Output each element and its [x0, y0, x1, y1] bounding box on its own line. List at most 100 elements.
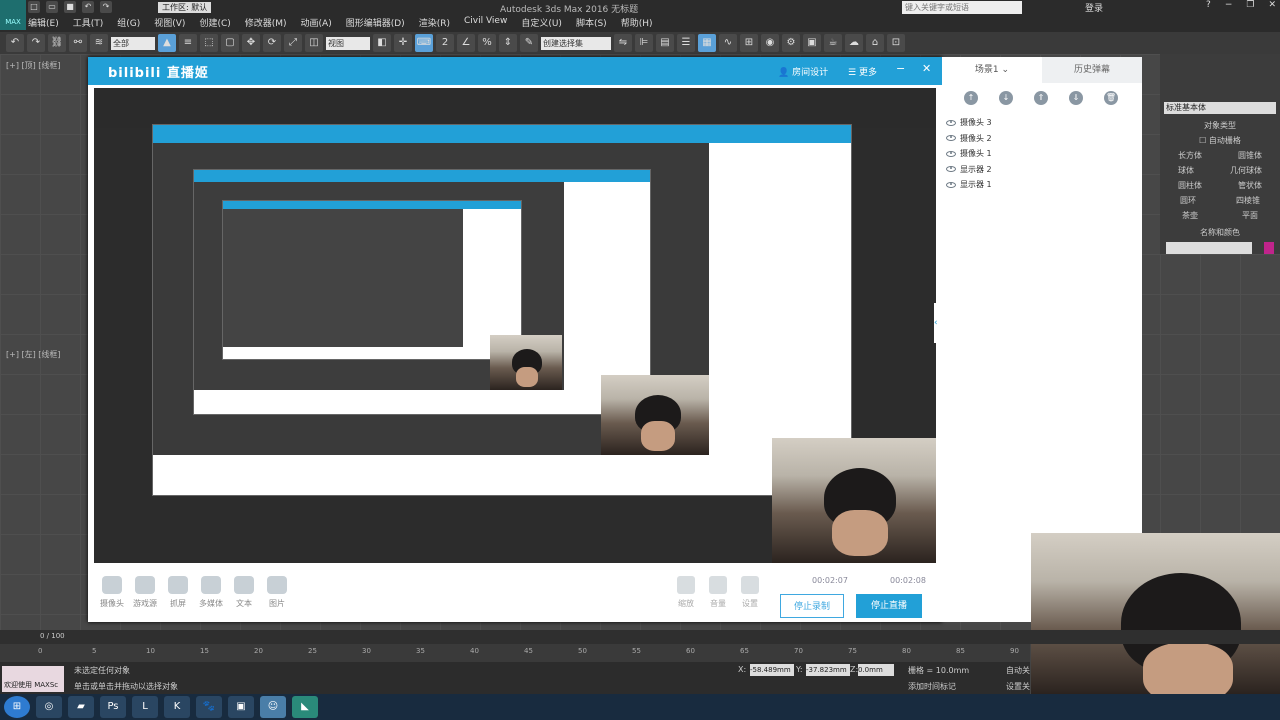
track-bar[interactable]: 0 5 10 15 20 25 30 35 40 45 50 55 60 65 70 75 80 85 90: [0, 644, 1030, 662]
kugou-icon[interactable]: K: [164, 696, 190, 718]
maxscript-listener[interactable]: 欢迎使用 MAXSc: [2, 666, 64, 692]
object-type-button[interactable]: 几何球体: [1230, 165, 1262, 176]
object-type-button[interactable]: 圆锥体: [1238, 150, 1262, 161]
spinner-snap-icon[interactable]: ⇕: [499, 34, 517, 52]
color-swatch[interactable]: [1264, 242, 1274, 254]
stop-live-button[interactable]: 停止直播: [856, 594, 922, 618]
save-icon[interactable]: ■: [64, 1, 76, 13]
object-type-button[interactable]: 长方体: [1178, 150, 1202, 161]
select-by-name-icon[interactable]: ≡: [179, 34, 197, 52]
viewport-left-label[interactable]: [+] [左] [线框]: [6, 349, 61, 360]
align-icon[interactable]: ⊫: [635, 34, 653, 52]
remote-icon[interactable]: ▣: [228, 696, 254, 718]
source-image-button[interactable]: 图片: [257, 576, 297, 609]
menu-item[interactable]: Civil View: [464, 16, 507, 30]
z-coordinate-field[interactable]: 0.0mm: [858, 664, 894, 676]
move-down-icon[interactable]: ⇓: [1069, 91, 1083, 105]
menu-item[interactable]: 工具(T): [73, 16, 104, 30]
room-settings-button[interactable]: 👤 房间设计: [778, 65, 828, 78]
explorer-icon[interactable]: ▰: [68, 696, 94, 718]
tab-scene[interactable]: 场景1 ⌄: [942, 57, 1042, 83]
menu-item[interactable]: 编辑(E): [28, 16, 59, 30]
object-type-button[interactable]: 球体: [1178, 165, 1194, 176]
undo-icon[interactable]: ↶: [6, 34, 24, 52]
percent-snap-icon[interactable]: %: [478, 34, 496, 52]
scale-icon[interactable]: ⤢: [284, 34, 302, 52]
manipulate-icon[interactable]: ✛: [394, 34, 412, 52]
menu-item[interactable]: 修改器(M): [245, 16, 287, 30]
layer-item[interactable]: 摄像头 2: [946, 131, 992, 147]
schematic-view-icon[interactable]: ⊞: [740, 34, 758, 52]
stop-record-button[interactable]: 停止录制: [780, 594, 844, 618]
eye-icon[interactable]: [946, 150, 956, 157]
snap-toggle-icon[interactable]: 2: [436, 34, 454, 52]
x-coordinate-field[interactable]: -58.489mm: [750, 664, 794, 676]
eye-icon[interactable]: [946, 181, 956, 188]
minimize-icon[interactable]: −: [896, 62, 905, 75]
eye-icon[interactable]: [946, 166, 956, 173]
move-up-icon[interactable]: ⇑: [1034, 91, 1048, 105]
close-icon[interactable]: ✕: [922, 62, 931, 75]
menu-item[interactable]: 图形编辑器(D): [346, 16, 405, 30]
rendered-frame-icon[interactable]: ▣: [803, 34, 821, 52]
primitive-type-dropdown[interactable]: 标准基本体: [1164, 102, 1276, 114]
new-file-icon[interactable]: □: [28, 1, 40, 13]
set-key-button[interactable]: 设置关: [1006, 681, 1030, 692]
redo-icon[interactable]: ↷: [27, 34, 45, 52]
rotate-icon[interactable]: ⟳: [263, 34, 281, 52]
menu-item[interactable]: 组(G): [117, 16, 140, 30]
render-production-icon[interactable]: ☕: [824, 34, 842, 52]
close-icon[interactable]: ✕: [1268, 0, 1276, 10]
menu-item[interactable]: 创建(C): [199, 16, 230, 30]
object-type-button[interactable]: 四棱锥: [1236, 195, 1260, 206]
workspace-dropdown[interactable]: 工作区: 默认: [158, 1, 212, 13]
eye-icon[interactable]: [946, 135, 956, 142]
auto-key-button[interactable]: 自动关: [1006, 665, 1030, 676]
layer-item[interactable]: 摄像头 1: [946, 146, 992, 162]
photoshop-icon[interactable]: Ps: [100, 696, 126, 718]
menu-item[interactable]: 渲染(R): [419, 16, 450, 30]
object-type-button[interactable]: 圆环: [1180, 195, 1196, 206]
help-icon[interactable]: ?: [1206, 0, 1211, 10]
render-iterative-icon[interactable]: ☁: [845, 34, 863, 52]
keyboard-shortcut-icon[interactable]: ⌨: [415, 34, 433, 52]
mirror-icon[interactable]: ⇋: [614, 34, 632, 52]
3dsmax-icon[interactable]: ◣: [292, 696, 318, 718]
unlink-icon[interactable]: ⚯: [69, 34, 87, 52]
max-logo[interactable]: MAX: [0, 0, 26, 30]
redo-icon[interactable]: ↷: [100, 1, 112, 13]
layer-item[interactable]: 显示器 1: [946, 177, 992, 193]
menu-item[interactable]: 自定义(U): [521, 16, 562, 30]
restore-icon[interactable]: ❐: [1246, 0, 1254, 10]
start-button[interactable]: ⊞: [4, 696, 30, 718]
bilibili-live-icon[interactable]: ☺: [260, 696, 286, 718]
select-object-icon[interactable]: ▲: [158, 34, 176, 52]
baidu-icon[interactable]: 🐾: [196, 696, 222, 718]
menu-item[interactable]: 视图(V): [154, 16, 185, 30]
time-slider[interactable]: 0 / 100: [0, 630, 1280, 644]
move-to-top-icon[interactable]: ↑: [964, 91, 978, 105]
named-selection-dropdown[interactable]: 创建选择集: [541, 36, 611, 50]
bind-spacewarp-icon[interactable]: ≋: [90, 34, 108, 52]
object-type-button[interactable]: 圆柱体: [1178, 180, 1202, 191]
preview-screen[interactable]: [94, 88, 936, 563]
lol-icon[interactable]: L: [132, 696, 158, 718]
rect-selection-icon[interactable]: ⬚: [200, 34, 218, 52]
render-online-icon[interactable]: ⊡: [887, 34, 905, 52]
angle-snap-icon[interactable]: ∠: [457, 34, 475, 52]
viewport-top-label[interactable]: [+] [顶] [线框]: [6, 60, 61, 71]
add-time-tag[interactable]: 添加时间标记: [908, 681, 956, 692]
object-type-button[interactable]: 管状体: [1238, 180, 1262, 191]
y-coordinate-field[interactable]: -37.823mm: [806, 664, 850, 676]
settings-button[interactable]: 设置: [737, 576, 763, 609]
edit-named-sel-icon[interactable]: ✎: [520, 34, 538, 52]
layer-item[interactable]: 摄像头 3: [946, 115, 992, 131]
autogrid-checkbox[interactable]: ☐ 自动栅格: [1199, 135, 1241, 146]
menu-item[interactable]: 帮助(H): [621, 16, 653, 30]
menu-item[interactable]: 动画(A): [301, 16, 332, 30]
open-file-icon[interactable]: ▭: [46, 1, 58, 13]
name-color-header[interactable]: 名称和颜色: [1160, 227, 1280, 238]
reference-coord-dropdown[interactable]: 视图: [326, 36, 370, 50]
curve-editor-icon[interactable]: ∿: [719, 34, 737, 52]
layer-manager-icon[interactable]: ▤: [656, 34, 674, 52]
